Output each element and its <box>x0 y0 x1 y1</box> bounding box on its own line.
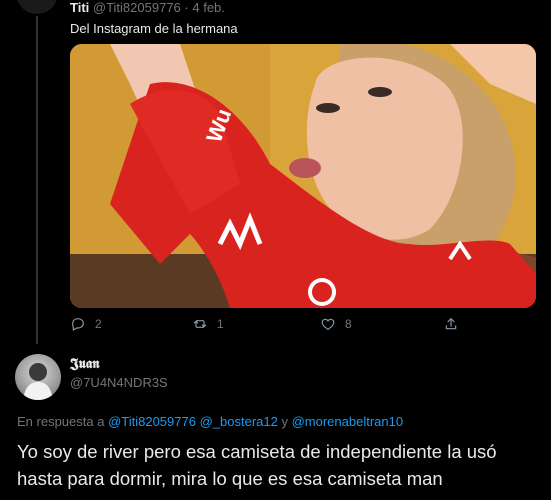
retweet-icon <box>193 320 207 328</box>
reply-author-avatar[interactable] <box>15 354 61 400</box>
separator: · <box>184 0 189 15</box>
reply-author: 𝕵𝖚𝖆𝖓 @7U4N4NDR3S <box>70 356 168 390</box>
author-handle[interactable]: @Titi82059776 <box>93 0 181 15</box>
mention-link[interactable]: @_bostera12 <box>200 414 278 429</box>
tweet: Titi @Titi82059776 · 4 feb. Del Instagra… <box>70 0 540 38</box>
like-action[interactable]: 8 <box>320 316 352 332</box>
like-count: 8 <box>345 317 352 331</box>
reply-action[interactable]: 2 <box>70 316 102 332</box>
tweet-image[interactable]: Wu <box>70 44 536 308</box>
tweet-text: Del Instagram de la hermana <box>70 21 238 36</box>
like-icon <box>321 318 335 331</box>
reply-author-name[interactable]: 𝕵𝖚𝖆𝖓 <box>70 356 168 372</box>
reply-author-handle[interactable]: @7U4N4NDR3S <box>70 375 168 390</box>
tweet-date[interactable]: 4 feb. <box>192 0 225 15</box>
share-icon <box>445 317 457 330</box>
reply-count: 2 <box>95 317 102 331</box>
share-action[interactable] <box>443 316 459 332</box>
tweet-actions: 2 1 8 <box>70 316 490 336</box>
retweet-count: 1 <box>217 317 224 331</box>
replying-conjunction: y <box>281 414 288 429</box>
mention-link[interactable]: @Titi82059776 <box>108 414 196 429</box>
replying-to: En respuesta a @Titi82059776 @_bostera12… <box>17 414 403 429</box>
replying-prefix: En respuesta a <box>17 414 105 429</box>
retweet-action[interactable]: 1 <box>192 316 224 332</box>
author-avatar[interactable] <box>16 0 58 14</box>
mention-link[interactable]: @morenabeltran10 <box>292 414 403 429</box>
tweet-header: Titi @Titi82059776 · 4 feb. <box>70 0 540 16</box>
thread-line <box>36 16 38 344</box>
reply-icon <box>72 318 84 332</box>
author-name[interactable]: Titi <box>70 0 89 15</box>
reply-text: Yo soy de river pero esa camiseta de ind… <box>17 441 497 489</box>
